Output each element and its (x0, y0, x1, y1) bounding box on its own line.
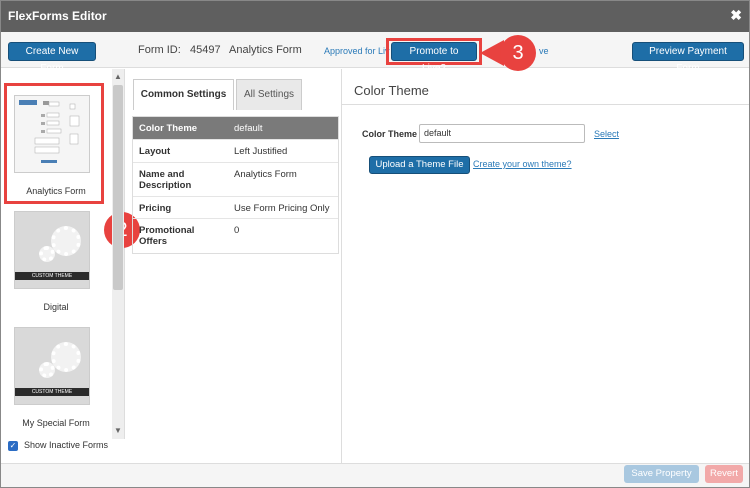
setting-value: Analytics Form (234, 169, 297, 180)
scrollbar-thumb[interactable] (113, 85, 123, 290)
form-thumbnail-analytics[interactable] (14, 95, 90, 173)
save-property-button[interactable]: Save Property (624, 465, 699, 483)
form-label-my-special[interactable]: My Special Form (0, 418, 112, 428)
create-own-theme-link[interactable]: Create your own theme? (473, 159, 572, 169)
panel-heading: Color Theme (354, 83, 429, 98)
settings-row-color-theme[interactable]: Color Theme default (133, 117, 338, 140)
custom-theme-badge: CUSTOM THEME (15, 388, 89, 396)
scroll-down-icon[interactable]: ▼ (112, 425, 124, 437)
create-new-form-button[interactable]: Create New Form (8, 42, 96, 74)
form-label-digital[interactable]: Digital (0, 302, 112, 312)
form-thumbnail-my-special[interactable]: CUSTOM THEME (14, 327, 90, 405)
scroll-up-icon[interactable]: ▲ (112, 71, 124, 83)
close-icon[interactable]: ✖ (730, 7, 742, 24)
form-id-label: Form ID: (138, 44, 181, 56)
gear-icon-small (39, 246, 55, 262)
form-label-analytics[interactable]: Analytics Form (0, 186, 112, 196)
setting-key: Layout (139, 146, 171, 157)
gear-icon (51, 342, 81, 372)
form-preview-image (19, 100, 80, 163)
gear-icon (51, 226, 81, 256)
checkbox-checked-icon[interactable]: ✓ (8, 440, 18, 451)
show-inactive-checkbox-row[interactable]: ✓ Show Inactive Forms (8, 440, 108, 451)
color-theme-label: Color Theme (362, 129, 418, 139)
toolbar: Create New Form Form ID: 45497 Analytics… (0, 32, 750, 74)
settings-table: Color Theme default Layout Left Justifie… (132, 116, 339, 254)
divider (342, 104, 750, 105)
custom-theme-badge: CUSTOM THEME (15, 272, 89, 280)
revert-button[interactable]: Revert (705, 465, 743, 483)
setting-key: Promotional Offers (139, 225, 195, 247)
setting-value: default (234, 123, 263, 134)
settings-row-promotional-offers[interactable]: Promotional Offers 0 (133, 219, 338, 253)
promote-to-live-button[interactable]: Promote to Live? (391, 42, 477, 74)
color-theme-panel: Color Theme Color Theme default Select U… (341, 69, 750, 464)
settings-row-name-description[interactable]: Name and Description Analytics Form (133, 163, 338, 197)
form-thumbnail-digital[interactable]: CUSTOM THEME (14, 211, 90, 289)
tab-common-settings[interactable]: Common Settings (133, 79, 234, 110)
color-theme-input[interactable]: default (419, 124, 585, 143)
setting-value: 0 (234, 225, 240, 236)
form-name: Analytics Form (229, 44, 302, 56)
select-link[interactable]: Select (594, 129, 619, 139)
preview-payment-form-button[interactable]: Preview Payment Form (632, 42, 744, 74)
callout-number-3: 3 (500, 35, 536, 71)
settings-row-pricing[interactable]: Pricing Use Form Pricing Only (133, 197, 338, 219)
settings-row-layout[interactable]: Layout Left Justified (133, 140, 338, 163)
form-id-value: 45497 (190, 44, 221, 56)
forms-scrollbar[interactable]: ▲ ▼ (112, 69, 124, 439)
status-live-link[interactable]: ve (539, 46, 549, 56)
setting-key: Color Theme (139, 123, 198, 134)
setting-key: Name and Description (139, 169, 192, 191)
status-approved-link[interactable]: Approved for Liv (324, 46, 390, 56)
upload-theme-file-button[interactable]: Upload a Theme File (369, 156, 470, 174)
show-inactive-label: Show Inactive Forms (24, 440, 109, 450)
setting-value: Use Form Pricing Only (234, 203, 330, 214)
window-title: FlexForms Editor (8, 9, 107, 23)
setting-value: Left Justified (234, 146, 288, 157)
setting-key: Pricing (139, 203, 172, 214)
title-bar: FlexForms Editor ✖ (0, 0, 750, 32)
footer-bar: Save Property Revert (0, 463, 750, 488)
gear-icon-small (39, 362, 55, 378)
tab-all-settings[interactable]: All Settings (236, 79, 302, 110)
